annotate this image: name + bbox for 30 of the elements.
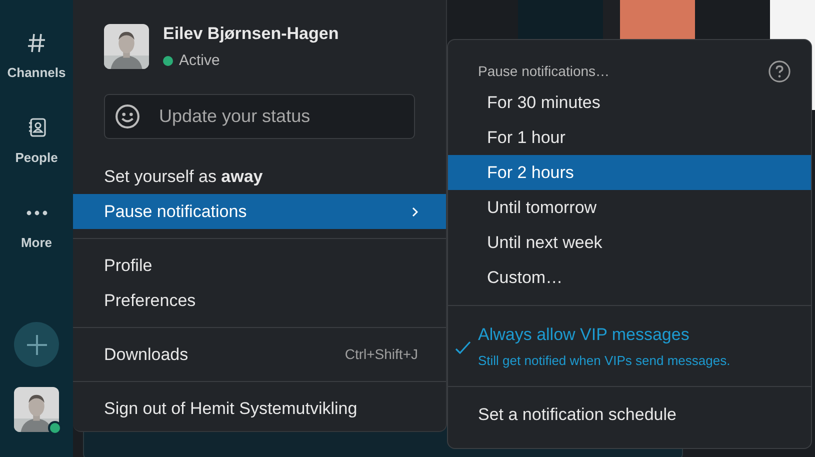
menu-item[interactable]: Sign out of Hemit Systemutvikling bbox=[73, 391, 446, 426]
chevron-right-icon bbox=[412, 206, 418, 216]
submenu-title: Pause notifications… bbox=[478, 62, 610, 81]
vip-option[interactable]: Always allow VIP messages Still get notified when VIPs send messages. bbox=[448, 306, 811, 387]
menu-item[interactable]: Until tomorrow bbox=[448, 190, 811, 225]
menu-item[interactable]: Downloads Ctrl+Shift+J bbox=[73, 337, 446, 372]
menu-item[interactable]: Custom… bbox=[448, 260, 811, 295]
add-button[interactable] bbox=[14, 322, 59, 367]
more-icon bbox=[26, 210, 48, 216]
shortcut-text: Ctrl+Shift+J bbox=[344, 345, 418, 364]
sidebar-tab[interactable]: More bbox=[20, 232, 52, 252]
help-icon[interactable] bbox=[768, 60, 791, 83]
menu-item[interactable]: Set yourself as away bbox=[73, 159, 446, 194]
menu-item[interactable]: Until next week bbox=[448, 225, 811, 260]
menu-item[interactable]: Profile bbox=[73, 248, 446, 283]
menu-item[interactable]: Preferences bbox=[73, 283, 446, 318]
sidebar-tab[interactable]: Channels bbox=[7, 62, 66, 82]
smiley-icon bbox=[115, 104, 140, 129]
menu-item[interactable]: Pause notifications bbox=[73, 194, 446, 229]
contact-book-icon bbox=[26, 116, 46, 139]
menu-item[interactable]: For 30 minutes bbox=[448, 85, 811, 120]
hash-icon bbox=[26, 32, 46, 54]
status-field[interactable]: Update your status bbox=[104, 94, 415, 139]
user-name: Eilev Bjørnsen-Hagen bbox=[163, 23, 339, 45]
status-text: Active bbox=[179, 50, 220, 70]
plus-icon bbox=[26, 334, 46, 354]
menu-item[interactable]: Set a notification schedule bbox=[448, 387, 811, 443]
menu-item[interactable]: For 2 hours bbox=[448, 155, 811, 190]
menu-item[interactable]: For 1 hour bbox=[448, 120, 811, 155]
sidebar-tab[interactable]: People bbox=[15, 148, 58, 168]
